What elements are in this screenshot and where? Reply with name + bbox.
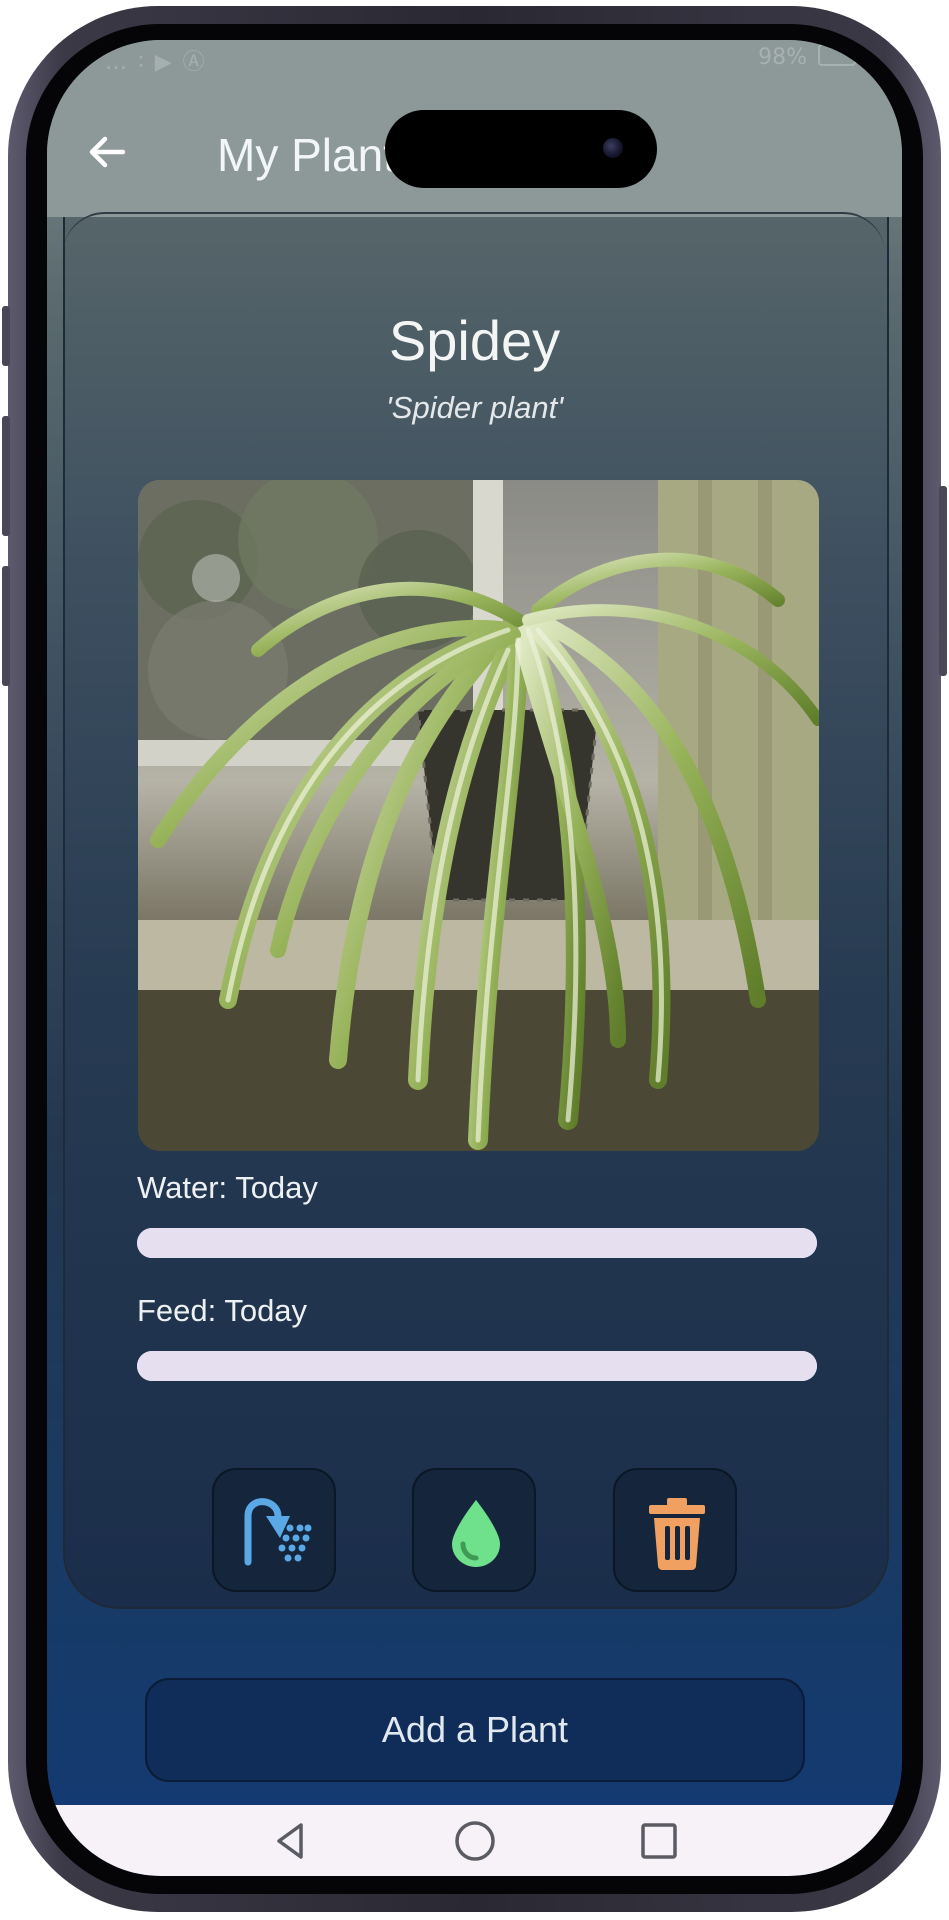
action-button: [2, 306, 10, 366]
water-label: Water: Today: [137, 1170, 318, 1205]
feed-label: Feed: Today: [137, 1293, 308, 1328]
water-progress-bar: [137, 1228, 817, 1258]
screen: … ∶ ▶ Ⓐ 98% My Plants Spidey 'Spider pla…: [47, 40, 902, 1876]
water-progress-fill: [137, 1228, 817, 1258]
droplet-icon: [452, 1500, 500, 1567]
plant-name: Spidey: [388, 309, 561, 372]
volume-up-button: [2, 416, 10, 536]
plant-species: 'Spider plant': [385, 390, 564, 425]
water-button[interactable]: [212, 1468, 336, 1592]
power-button: [939, 486, 947, 676]
feed-progress-fill: [137, 1351, 817, 1381]
spider-plant-photo: [138, 480, 819, 1151]
trash-icon: [649, 1498, 705, 1570]
delete-button[interactable]: [613, 1468, 737, 1592]
status-icons-left: … ∶ ▶ Ⓐ: [105, 50, 207, 75]
battery-icon: [818, 44, 856, 66]
battery-percent: 98%: [758, 45, 807, 70]
camera-icon: [603, 138, 623, 158]
dynamic-island: [385, 110, 657, 188]
add-plant-button[interactable]: Add a Plant: [145, 1678, 805, 1782]
arrow-left-icon[interactable]: [83, 128, 131, 176]
shower-icon: [244, 1498, 312, 1566]
plant-photo[interactable]: [138, 480, 819, 1151]
feed-button[interactable]: [412, 1468, 536, 1592]
circle-home-icon[interactable]: [451, 1817, 499, 1865]
triangle-back-icon[interactable]: [267, 1817, 315, 1865]
volume-down-button: [2, 566, 10, 686]
feed-progress-bar: [137, 1351, 817, 1381]
square-recents-icon[interactable]: [635, 1817, 683, 1865]
battery-status: 98%: [758, 44, 856, 70]
system-nav-bar: [47, 1805, 902, 1876]
